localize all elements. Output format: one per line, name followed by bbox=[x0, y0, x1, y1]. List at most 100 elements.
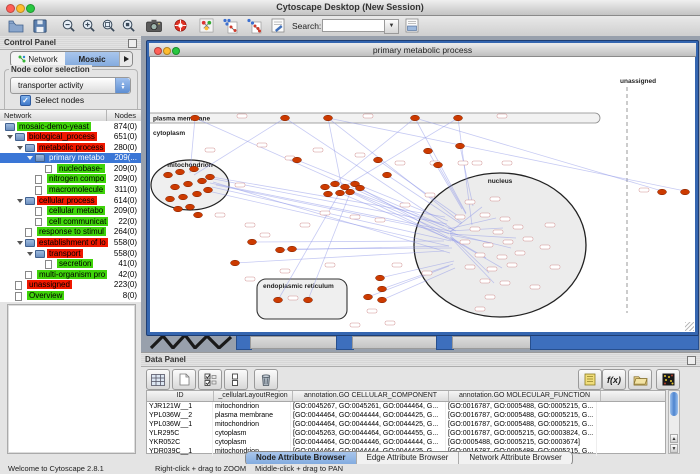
help-button[interactable] bbox=[170, 17, 190, 34]
attribute-table[interactable]: ID_cellularLayoutRegionannotation.GO CEL… bbox=[146, 390, 666, 454]
graph-node[interactable] bbox=[324, 191, 333, 197]
search-input[interactable] bbox=[322, 19, 386, 32]
notes-button[interactable] bbox=[578, 369, 602, 390]
graph-node[interactable] bbox=[321, 184, 330, 190]
unselect-attributes-button[interactable] bbox=[224, 369, 248, 390]
zoom-out-button[interactable] bbox=[58, 17, 78, 34]
graph-node[interactable] bbox=[204, 187, 213, 193]
tab-mosaic[interactable]: Mosaic bbox=[65, 52, 119, 66]
graph-node[interactable] bbox=[411, 115, 420, 121]
graph-node[interactable] bbox=[336, 190, 345, 196]
graph-node[interactable] bbox=[186, 204, 195, 210]
function-builder-button[interactable]: f(x) bbox=[602, 369, 626, 390]
column-header-2[interactable]: _cellularLayoutRegion bbox=[214, 391, 293, 401]
attribute-editor-button[interactable] bbox=[402, 17, 422, 34]
tree-row-transport[interactable]: transport558(0) bbox=[0, 248, 141, 259]
tree-row-cell-communicat[interactable]: cell communicat22(0) bbox=[0, 216, 141, 227]
graph-node[interactable] bbox=[198, 178, 207, 184]
expand-arrow-icon[interactable] bbox=[7, 135, 13, 139]
scroll-down-button[interactable]: ▼ bbox=[670, 444, 678, 453]
tab-scroll-right-button[interactable] bbox=[119, 52, 132, 66]
birds-eye-view-panel[interactable] bbox=[7, 304, 136, 454]
tree-row-macromolecule[interactable]: macromolecule311(0) bbox=[0, 185, 141, 196]
graph-node[interactable] bbox=[281, 115, 290, 121]
save-session-button[interactable] bbox=[30, 17, 50, 34]
graph-node[interactable] bbox=[274, 297, 283, 303]
tree-row-establishment-of-lo[interactable]: establishment of lo558(0) bbox=[0, 238, 141, 249]
graph-node[interactable] bbox=[454, 115, 463, 121]
graph-node[interactable] bbox=[681, 189, 690, 195]
snapshot-button[interactable] bbox=[144, 17, 164, 34]
graph-node[interactable] bbox=[276, 247, 285, 253]
column-header-3[interactable]: annotation.GO CELLULAR_COMPONENT bbox=[293, 391, 449, 401]
tree-row-cellular-process[interactable]: cellular process614(0) bbox=[0, 195, 141, 206]
search-dropdown-button[interactable]: ▼ bbox=[384, 19, 399, 34]
layout-button-2[interactable] bbox=[244, 17, 264, 34]
graph-node[interactable] bbox=[179, 194, 188, 200]
scrollbar-thumb[interactable] bbox=[670, 392, 678, 416]
graph-node[interactable] bbox=[324, 115, 333, 121]
tree-row-multi-organism-pro[interactable]: multi-organism pro42(0) bbox=[0, 269, 141, 280]
expand-arrow-icon[interactable] bbox=[17, 241, 23, 245]
tree-row-cellular-metabo[interactable]: cellular metabo209(0) bbox=[0, 206, 141, 217]
graph-node[interactable] bbox=[184, 181, 193, 187]
import-attributes-button[interactable] bbox=[628, 369, 652, 390]
graph-node[interactable] bbox=[288, 246, 297, 252]
graph-node[interactable] bbox=[383, 172, 392, 178]
graph-node[interactable] bbox=[166, 196, 175, 202]
zoom-fit-button[interactable] bbox=[98, 17, 118, 34]
graph-node[interactable] bbox=[231, 260, 240, 266]
graph-node[interactable] bbox=[206, 174, 215, 180]
graph-node[interactable] bbox=[248, 239, 257, 245]
table-row[interactable]: YJR121W__1mitochondrion[GO:0045267, GO:0… bbox=[147, 402, 665, 411]
matrix-view-button[interactable] bbox=[656, 369, 680, 390]
graph-node[interactable] bbox=[374, 157, 383, 163]
resize-grip-icon[interactable] bbox=[685, 322, 694, 331]
network-canvas[interactable]: plasma membranecytoplasmmitochondrionnuc… bbox=[150, 57, 695, 332]
layout-button-1[interactable] bbox=[220, 17, 240, 34]
graph-node[interactable] bbox=[164, 172, 173, 178]
graph-node[interactable] bbox=[341, 184, 350, 190]
table-row[interactable]: YKR052Ccytoplasm[GO:0044464, GO:0044446,… bbox=[147, 438, 665, 447]
table-row[interactable]: YPL036W__2plasma membrane[GO:0044464, GO… bbox=[147, 411, 665, 420]
graph-node[interactable] bbox=[658, 189, 667, 195]
expand-arrow-icon[interactable] bbox=[27, 252, 33, 256]
graph-node[interactable] bbox=[190, 166, 199, 172]
tree-row-nucleobase-[interactable]: nucleobase-209(0) bbox=[0, 163, 141, 174]
table-row[interactable]: YLR295Ccytoplasm[GO:0045263, GO:0044464,… bbox=[147, 429, 665, 438]
graph-node[interactable] bbox=[424, 148, 433, 154]
column-header-1[interactable]: ID bbox=[147, 391, 214, 401]
open-session-button[interactable] bbox=[6, 17, 26, 34]
zoom-in-button[interactable] bbox=[78, 17, 98, 34]
vizmapper-button[interactable] bbox=[196, 17, 216, 34]
tab-network[interactable]: Network bbox=[11, 52, 65, 66]
float-panel-icon[interactable] bbox=[687, 356, 696, 365]
expand-arrow-icon[interactable] bbox=[17, 146, 23, 150]
tree-row-overview[interactable]: Overview8(0) bbox=[0, 291, 141, 302]
expand-arrow-icon[interactable] bbox=[27, 156, 33, 160]
select-nodes-checkbox[interactable]: ✓ bbox=[20, 95, 31, 106]
float-panel-icon[interactable] bbox=[128, 39, 137, 48]
tree-column-divider[interactable] bbox=[106, 110, 107, 121]
graph-node[interactable] bbox=[434, 162, 443, 168]
graph-node[interactable] bbox=[194, 212, 203, 218]
graph-node[interactable] bbox=[171, 184, 180, 190]
expand-arrow-icon[interactable] bbox=[17, 199, 23, 203]
table-row[interactable]: YPL036W__1mitochondrion[GO:0044464, GO:0… bbox=[147, 420, 665, 429]
graph-node[interactable] bbox=[304, 297, 313, 303]
new-attribute-button[interactable] bbox=[172, 369, 196, 390]
tree-row-biological-process[interactable]: biological_process651(0) bbox=[0, 132, 141, 143]
graph-node[interactable] bbox=[378, 286, 387, 292]
attribute-table-button[interactable] bbox=[146, 369, 170, 390]
graph-node[interactable] bbox=[456, 143, 465, 149]
graph-node[interactable] bbox=[331, 181, 340, 187]
tree-row-metabolic-process[interactable]: metabolic process280(0) bbox=[0, 142, 141, 153]
tree-row-secretion[interactable]: secretion41(0) bbox=[0, 259, 141, 270]
graph-node[interactable] bbox=[193, 191, 202, 197]
graph-node[interactable] bbox=[376, 275, 385, 281]
graph-node[interactable] bbox=[191, 115, 200, 121]
tree-row-nitrogen-compo[interactable]: nitrogen compo209(0) bbox=[0, 174, 141, 185]
tree-row-response-to-stimul[interactable]: response to stimul264(0) bbox=[0, 227, 141, 238]
zoom-selected-button[interactable] bbox=[118, 17, 138, 34]
column-header-4[interactable]: annotation.GO MOLECULAR_FUNCTION bbox=[449, 391, 601, 401]
